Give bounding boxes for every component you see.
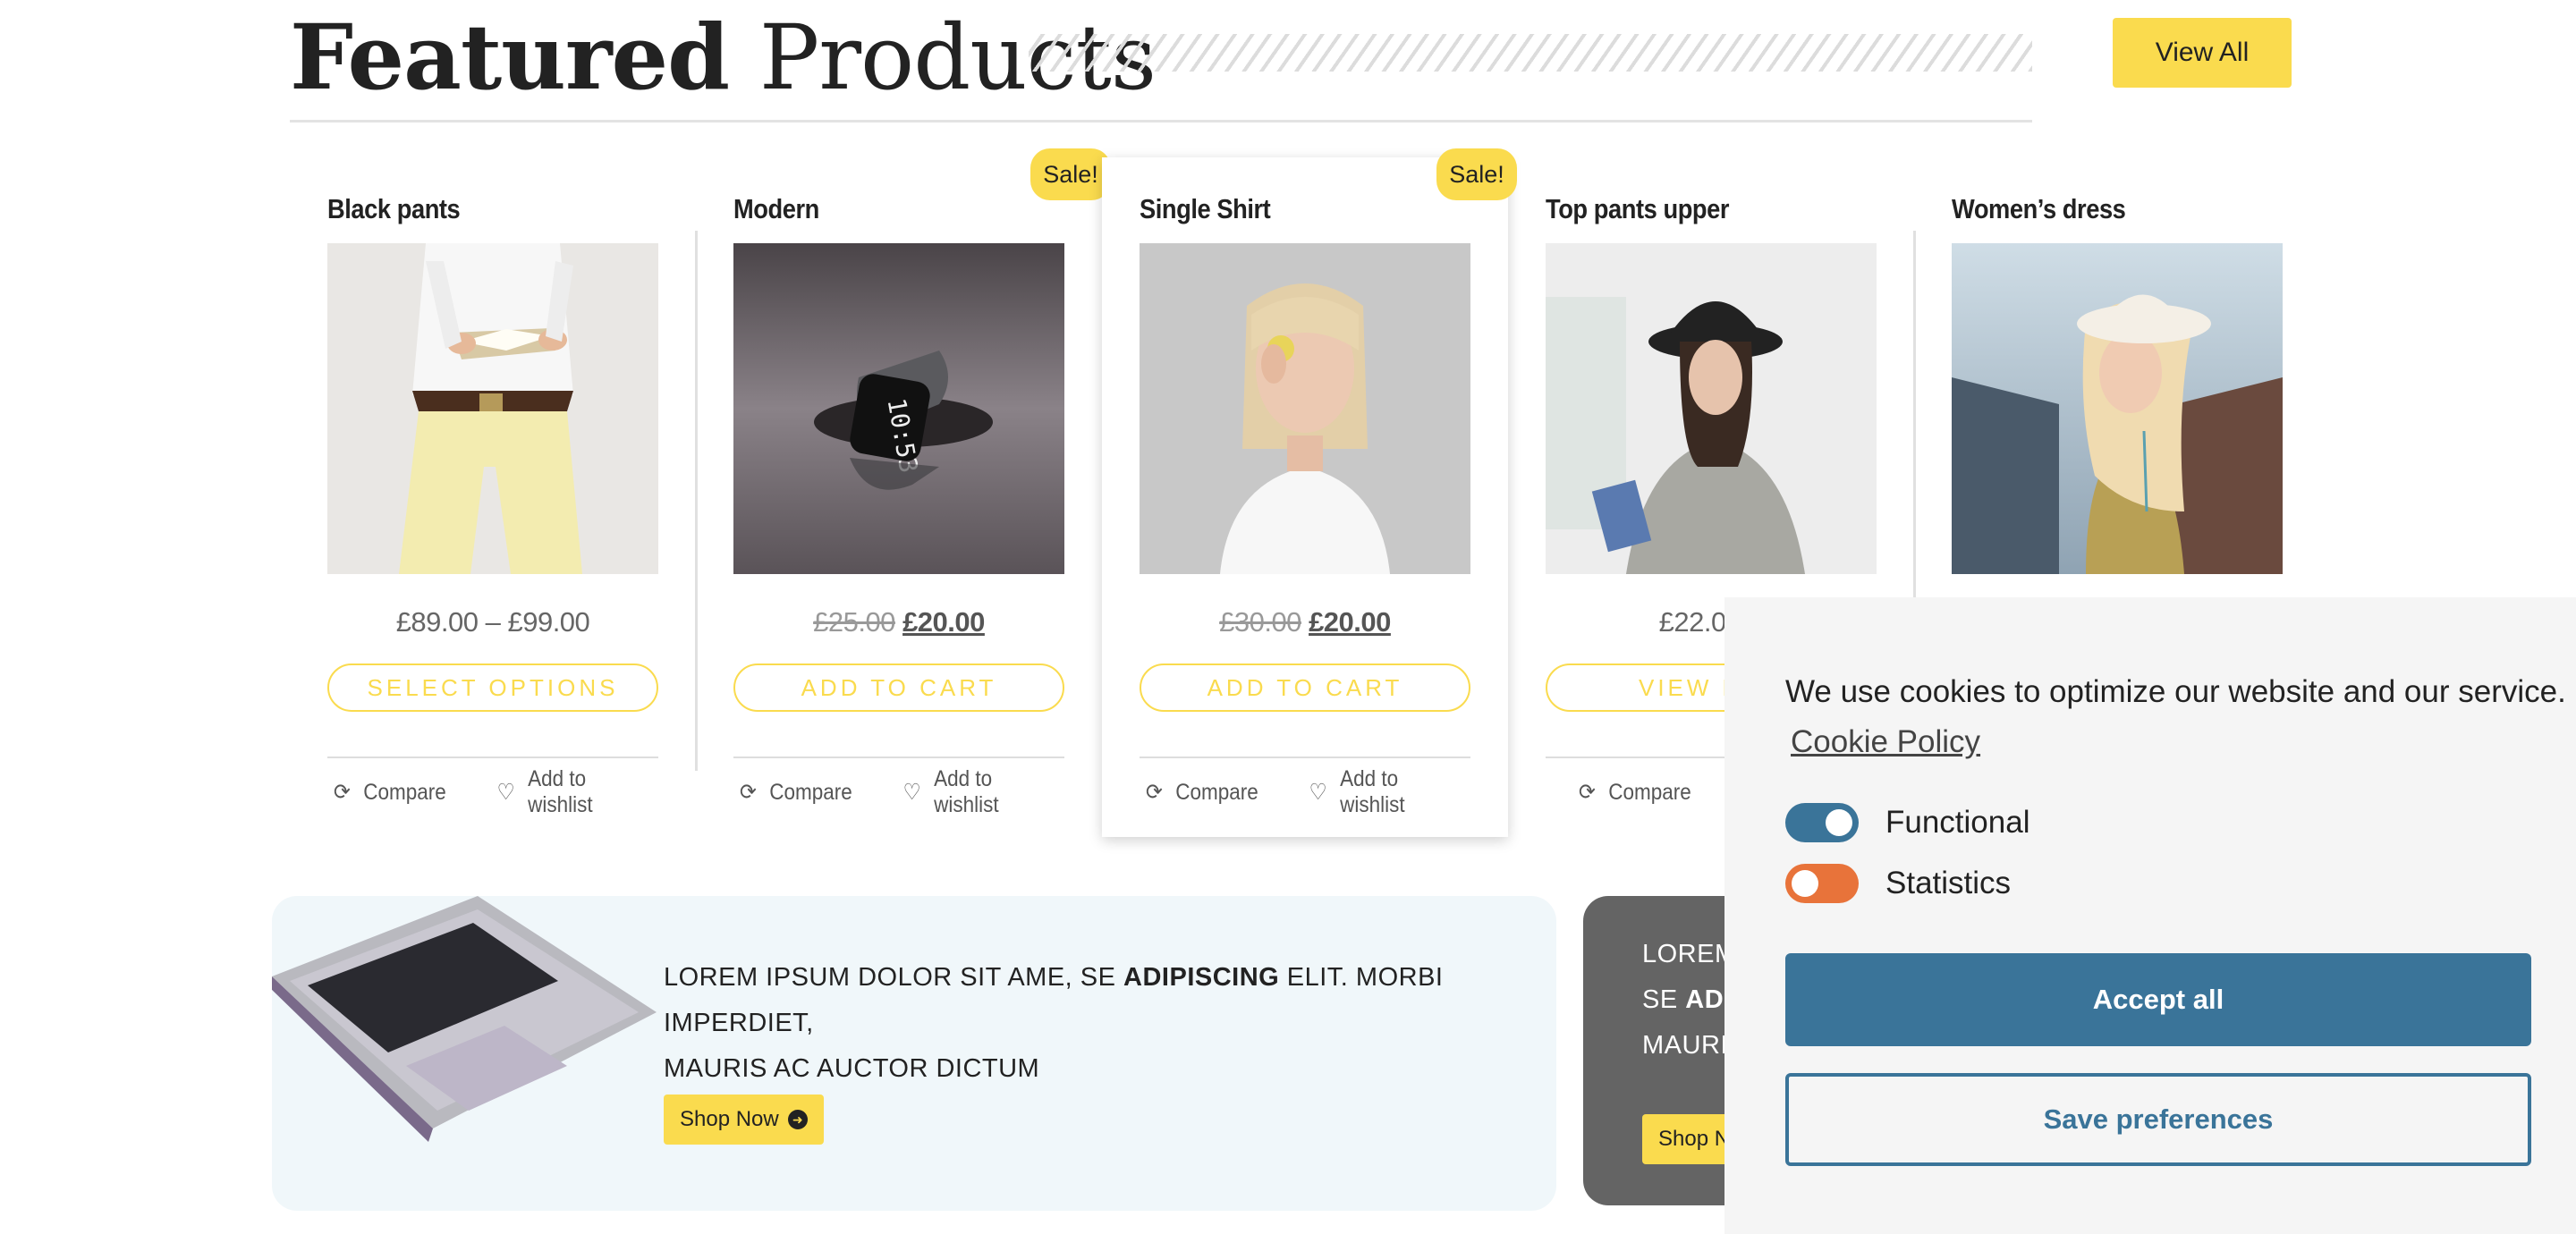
product-card-single-shirt[interactable]: Sale! Single Shirt £30.00 £20.00 ADD TO …: [1102, 148, 1517, 837]
product-image[interactable]: [327, 243, 658, 574]
heart-icon: ♡: [902, 780, 921, 805]
title-decoration: [1029, 34, 2032, 72]
product-image[interactable]: [1546, 243, 1877, 574]
compare-icon: ⟳: [1578, 780, 1596, 805]
laptop-image: [272, 896, 657, 1142]
card-divider: [1140, 756, 1470, 758]
section-title: Featured Products: [290, 4, 1157, 110]
shop-now-button[interactable]: Shop Now ➜: [664, 1095, 824, 1145]
cookie-message: We use cookies to optimize our website a…: [1785, 674, 2566, 709]
product-name[interactable]: Women’s dress: [1952, 193, 2126, 225]
compare-link[interactable]: ⟳ Compare: [1146, 779, 1258, 806]
compare-icon: ⟳: [739, 780, 757, 805]
product-card-black-pants[interactable]: Black pants £89.00 – £99.00 SELECT OPTIO…: [290, 157, 698, 837]
product-actions: ⟳ Compare ♡ Add to wishlist: [327, 766, 658, 817]
product-price: £30.00 £20.00: [1219, 606, 1391, 638]
wishlist-link[interactable]: ♡ Add to wishlist: [496, 766, 649, 818]
product-actions: ⟳ Compare ♡ Add to wishlist: [733, 766, 1064, 817]
wishlist-link[interactable]: ♡ Add to wishlist: [902, 766, 1055, 818]
product-image[interactable]: 10:53: [733, 243, 1064, 574]
toggle-statistics[interactable]: Statistics: [1785, 864, 2011, 903]
product-price: £89.00 – £99.00: [395, 606, 590, 638]
product-name[interactable]: Black pants: [327, 193, 461, 225]
compare-link[interactable]: ⟳ Compare: [740, 779, 852, 806]
banner-text: LOREM IPSUM DOLOR SIT AME, SE ADIPISCING…: [664, 963, 1444, 1083]
compare-link[interactable]: ⟳ Compare: [334, 779, 446, 806]
card-divider: [327, 756, 658, 758]
product-name[interactable]: Modern: [733, 193, 819, 225]
product-name[interactable]: Top pants upper: [1546, 193, 1730, 225]
card-divider: [733, 756, 1064, 758]
product-card-modern[interactable]: Sale! Modern 10:53 £25.00 £20.00 ADD TO …: [696, 148, 1111, 837]
product-actions: ⟳ Compare ♡ Add to wishlist: [1140, 766, 1470, 817]
heart-icon: ♡: [1309, 780, 1327, 805]
arrow-right-icon: ➜: [787, 1110, 808, 1129]
promo-banner-laptop: LOREM IPSUM DOLOR SIT AME, SE ADIPISCING…: [272, 896, 1556, 1211]
cookie-consent-panel: We use cookies to optimize our website a…: [1724, 597, 2576, 1234]
statistics-switch[interactable]: [1785, 864, 1859, 903]
compare-link[interactable]: ⟳ Compare: [1579, 779, 1691, 806]
heart-icon: ♡: [496, 780, 515, 805]
product-image[interactable]: [1952, 243, 2283, 574]
view-all-button[interactable]: View All: [2113, 18, 2292, 88]
sale-badge: Sale!: [1030, 148, 1111, 200]
toggle-functional[interactable]: Functional: [1785, 803, 2029, 842]
sale-badge: Sale!: [1436, 148, 1517, 200]
accept-all-button[interactable]: Accept all: [1785, 953, 2531, 1046]
compare-icon: ⟳: [1145, 780, 1163, 805]
add-to-cart-button[interactable]: ADD TO CART: [1140, 663, 1470, 712]
product-name[interactable]: Single Shirt: [1140, 193, 1271, 225]
cookie-policy-link[interactable]: Cookie Policy: [1791, 724, 1980, 760]
compare-icon: ⟳: [333, 780, 351, 805]
product-image[interactable]: [1140, 243, 1470, 574]
wishlist-link[interactable]: ♡ Add to wishlist: [1309, 766, 1462, 818]
product-price: £25.00 £20.00: [813, 606, 985, 638]
select-options-button[interactable]: SELECT OPTIONS: [327, 663, 658, 712]
add-to-cart-button[interactable]: ADD TO CART: [733, 663, 1064, 712]
save-preferences-button[interactable]: Save preferences: [1785, 1073, 2531, 1166]
functional-switch[interactable]: [1785, 803, 1859, 842]
title-divider: [290, 120, 2032, 123]
